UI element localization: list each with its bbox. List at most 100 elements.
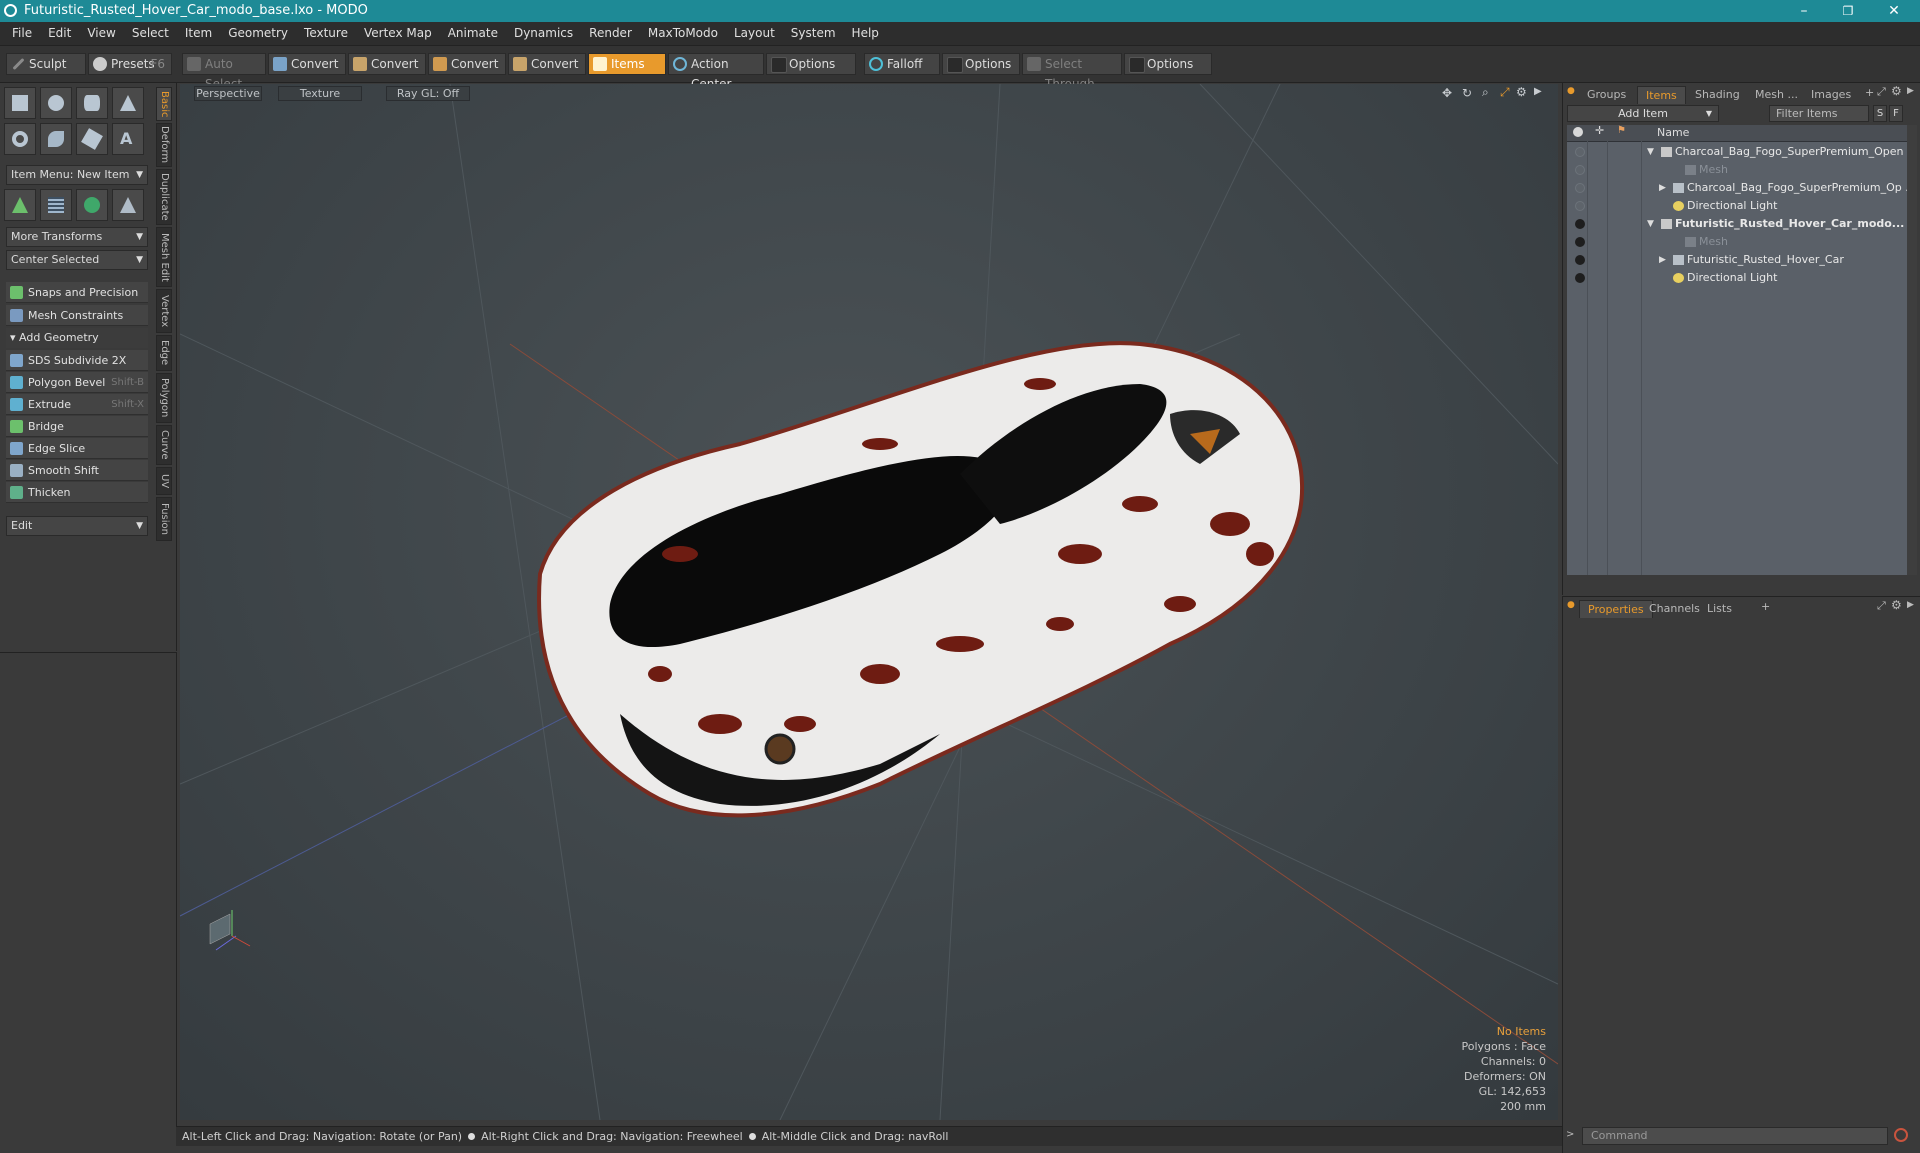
zoom-icon[interactable]: ⌕ xyxy=(1482,85,1489,100)
bridge-button[interactable]: Bridge xyxy=(6,416,148,437)
collapse-arrow-icon[interactable]: ▼ xyxy=(1647,215,1654,233)
select-through-button[interactable]: Select Through xyxy=(1022,53,1122,91)
panel-menu-icon[interactable]: ● xyxy=(1567,86,1575,96)
vtab-basic[interactable]: Basic xyxy=(156,87,172,121)
vtab-edge[interactable]: Edge xyxy=(156,335,172,371)
extrude-button[interactable]: Extrude Shift-X xyxy=(6,394,148,415)
expand-arrow-icon[interactable]: ▶ xyxy=(1907,86,1914,96)
edit-dropdown[interactable]: Edit ▼ xyxy=(6,516,148,536)
expand-arrow-icon[interactable]: ▶ xyxy=(1659,179,1666,197)
filter-f-toggle[interactable]: F xyxy=(1889,105,1903,122)
convert-button-1[interactable]: Convert xyxy=(268,53,346,75)
expand-arrow-icon[interactable]: ▶ xyxy=(1659,251,1666,269)
menu-help[interactable]: Help xyxy=(844,22,887,45)
mesh-constraints-button[interactable]: Mesh Constraints xyxy=(6,305,148,326)
gear-icon[interactable]: ⚙ xyxy=(1516,85,1527,99)
falloff-button[interactable]: Falloff xyxy=(864,53,940,75)
filter-items-input[interactable]: Filter Items xyxy=(1769,105,1869,122)
menu-animate[interactable]: Animate xyxy=(440,22,506,45)
panel-menu-icon[interactable]: ● xyxy=(1567,600,1575,610)
items-mode-button[interactable]: Items xyxy=(588,53,666,75)
menu-maxtomodo[interactable]: MaxToModo xyxy=(640,22,726,45)
tab-lists[interactable]: Lists xyxy=(1699,600,1740,617)
pan-icon[interactable]: ✥ xyxy=(1442,86,1452,100)
menu-item[interactable]: Item xyxy=(177,22,220,45)
vtab-fusion[interactable]: Fusion xyxy=(156,497,172,541)
convert-button-2[interactable]: Convert xyxy=(348,53,426,75)
menu-file[interactable]: File xyxy=(0,22,40,45)
minimize-button[interactable]: – xyxy=(1782,0,1826,22)
menu-view[interactable]: View xyxy=(79,22,123,45)
edge-slice-button[interactable]: Edge Slice xyxy=(6,438,148,459)
options-button-2[interactable]: Options xyxy=(942,53,1020,75)
cylinder-primitive-button[interactable] xyxy=(76,87,108,119)
record-macro-icon[interactable] xyxy=(1894,1128,1908,1142)
gear-icon[interactable]: ⚙ xyxy=(1891,84,1902,98)
tab-shading[interactable]: Shading xyxy=(1687,86,1748,103)
sculpt-button[interactable]: Sculpt xyxy=(6,53,86,75)
text-tool-button[interactable]: A xyxy=(112,123,144,155)
globe-tool-button[interactable] xyxy=(76,189,108,221)
grid-tool-button[interactable] xyxy=(40,189,72,221)
maximize-panel-icon[interactable]: ⤢ xyxy=(1877,599,1886,613)
cube-primitive-button[interactable] xyxy=(4,87,36,119)
add-tab-icon[interactable]: + xyxy=(1865,86,1874,99)
menu-texture[interactable]: Texture xyxy=(296,22,356,45)
vtab-vertex[interactable]: Vertex xyxy=(156,289,172,333)
name-column-header[interactable]: Name xyxy=(1657,126,1689,139)
menu-select[interactable]: Select xyxy=(124,22,177,45)
visibility-eye-icon[interactable] xyxy=(1575,165,1585,175)
vtab-uv[interactable]: UV xyxy=(156,467,172,495)
visibility-eye-icon[interactable] xyxy=(1575,201,1585,211)
snaps-precision-button[interactable]: Snaps and Precision xyxy=(6,282,148,303)
item-menu-dropdown[interactable]: Item Menu: New Item ▼ xyxy=(6,165,148,185)
view-type-dropdown[interactable]: Perspective xyxy=(194,86,262,101)
convert-button-3[interactable]: Convert xyxy=(428,53,506,75)
convert-button-4[interactable]: Convert xyxy=(508,53,586,75)
auto-select-button[interactable]: Auto Select xyxy=(182,53,266,91)
options-button-1[interactable]: Options xyxy=(766,53,856,75)
menu-render[interactable]: Render xyxy=(581,22,640,45)
item-tree-row[interactable]: Mesh xyxy=(1567,233,1907,251)
visibility-eye-icon[interactable] xyxy=(1575,237,1585,247)
vtab-duplicate[interactable]: Duplicate xyxy=(156,169,172,225)
item-tree-row[interactable]: ▼ Futuristic_Rusted_Hover_Car_modo... xyxy=(1567,215,1907,233)
lock-column-icon[interactable]: ✛ xyxy=(1595,124,1604,137)
menu-vertex-map[interactable]: Vertex Map xyxy=(356,22,440,45)
center-selected-dropdown[interactable]: Center Selected ▼ xyxy=(6,250,148,270)
visibility-eye-icon[interactable] xyxy=(1575,255,1585,265)
vtab-curve[interactable]: Curve xyxy=(156,425,172,465)
options-button-3[interactable]: Options xyxy=(1124,53,1212,75)
menu-layout[interactable]: Layout xyxy=(726,22,783,45)
polygon-bevel-button[interactable]: Polygon Bevel Shift-B xyxy=(6,372,148,393)
expand-arrow-icon[interactable]: ▶ xyxy=(1907,600,1914,610)
transform-tool-button[interactable] xyxy=(4,189,36,221)
menu-geometry[interactable]: Geometry xyxy=(220,22,296,45)
wire-pyramid-button[interactable] xyxy=(112,189,144,221)
item-tree-row[interactable]: ▶ Futuristic_Rusted_Hover_Car xyxy=(1567,251,1907,269)
visibility-eye-icon[interactable] xyxy=(1575,183,1585,193)
cone-primitive-button[interactable] xyxy=(112,87,144,119)
sphere-primitive-button[interactable] xyxy=(40,87,72,119)
visibility-eye-icon[interactable] xyxy=(1575,219,1585,229)
smooth-shift-button[interactable]: Smooth Shift xyxy=(6,460,148,481)
add-geometry-section[interactable]: ▾ Add Geometry xyxy=(6,328,148,348)
pen-tool-button[interactable] xyxy=(40,123,72,155)
menu-edit[interactable]: Edit xyxy=(40,22,79,45)
gear-icon[interactable]: ⚙ xyxy=(1891,598,1902,612)
collapse-arrow-icon[interactable]: ▼ xyxy=(1647,143,1654,161)
menu-system[interactable]: System xyxy=(783,22,844,45)
thicken-button[interactable]: Thicken xyxy=(6,482,148,503)
tab-images[interactable]: Images xyxy=(1803,86,1859,103)
maximize-button[interactable]: ❐ xyxy=(1826,0,1870,22)
tab-items[interactable]: Items xyxy=(1637,86,1686,104)
expand-arrow-icon[interactable]: ▶ xyxy=(1534,86,1542,97)
command-input[interactable]: Command xyxy=(1582,1127,1888,1145)
tab-groups[interactable]: Groups xyxy=(1579,86,1634,103)
visibility-eye-icon[interactable] xyxy=(1575,147,1585,157)
item-tree-row[interactable]: ▼ Charcoal_Bag_Fogo_SuperPremium_Open ... xyxy=(1567,143,1917,161)
tab-channels[interactable]: Channels xyxy=(1641,600,1708,617)
vtab-mesh-edit[interactable]: Mesh Edit xyxy=(156,227,172,287)
item-tree-scrollbar[interactable] xyxy=(1907,125,1917,575)
maximize-panel-icon[interactable]: ⤢ xyxy=(1877,85,1886,99)
